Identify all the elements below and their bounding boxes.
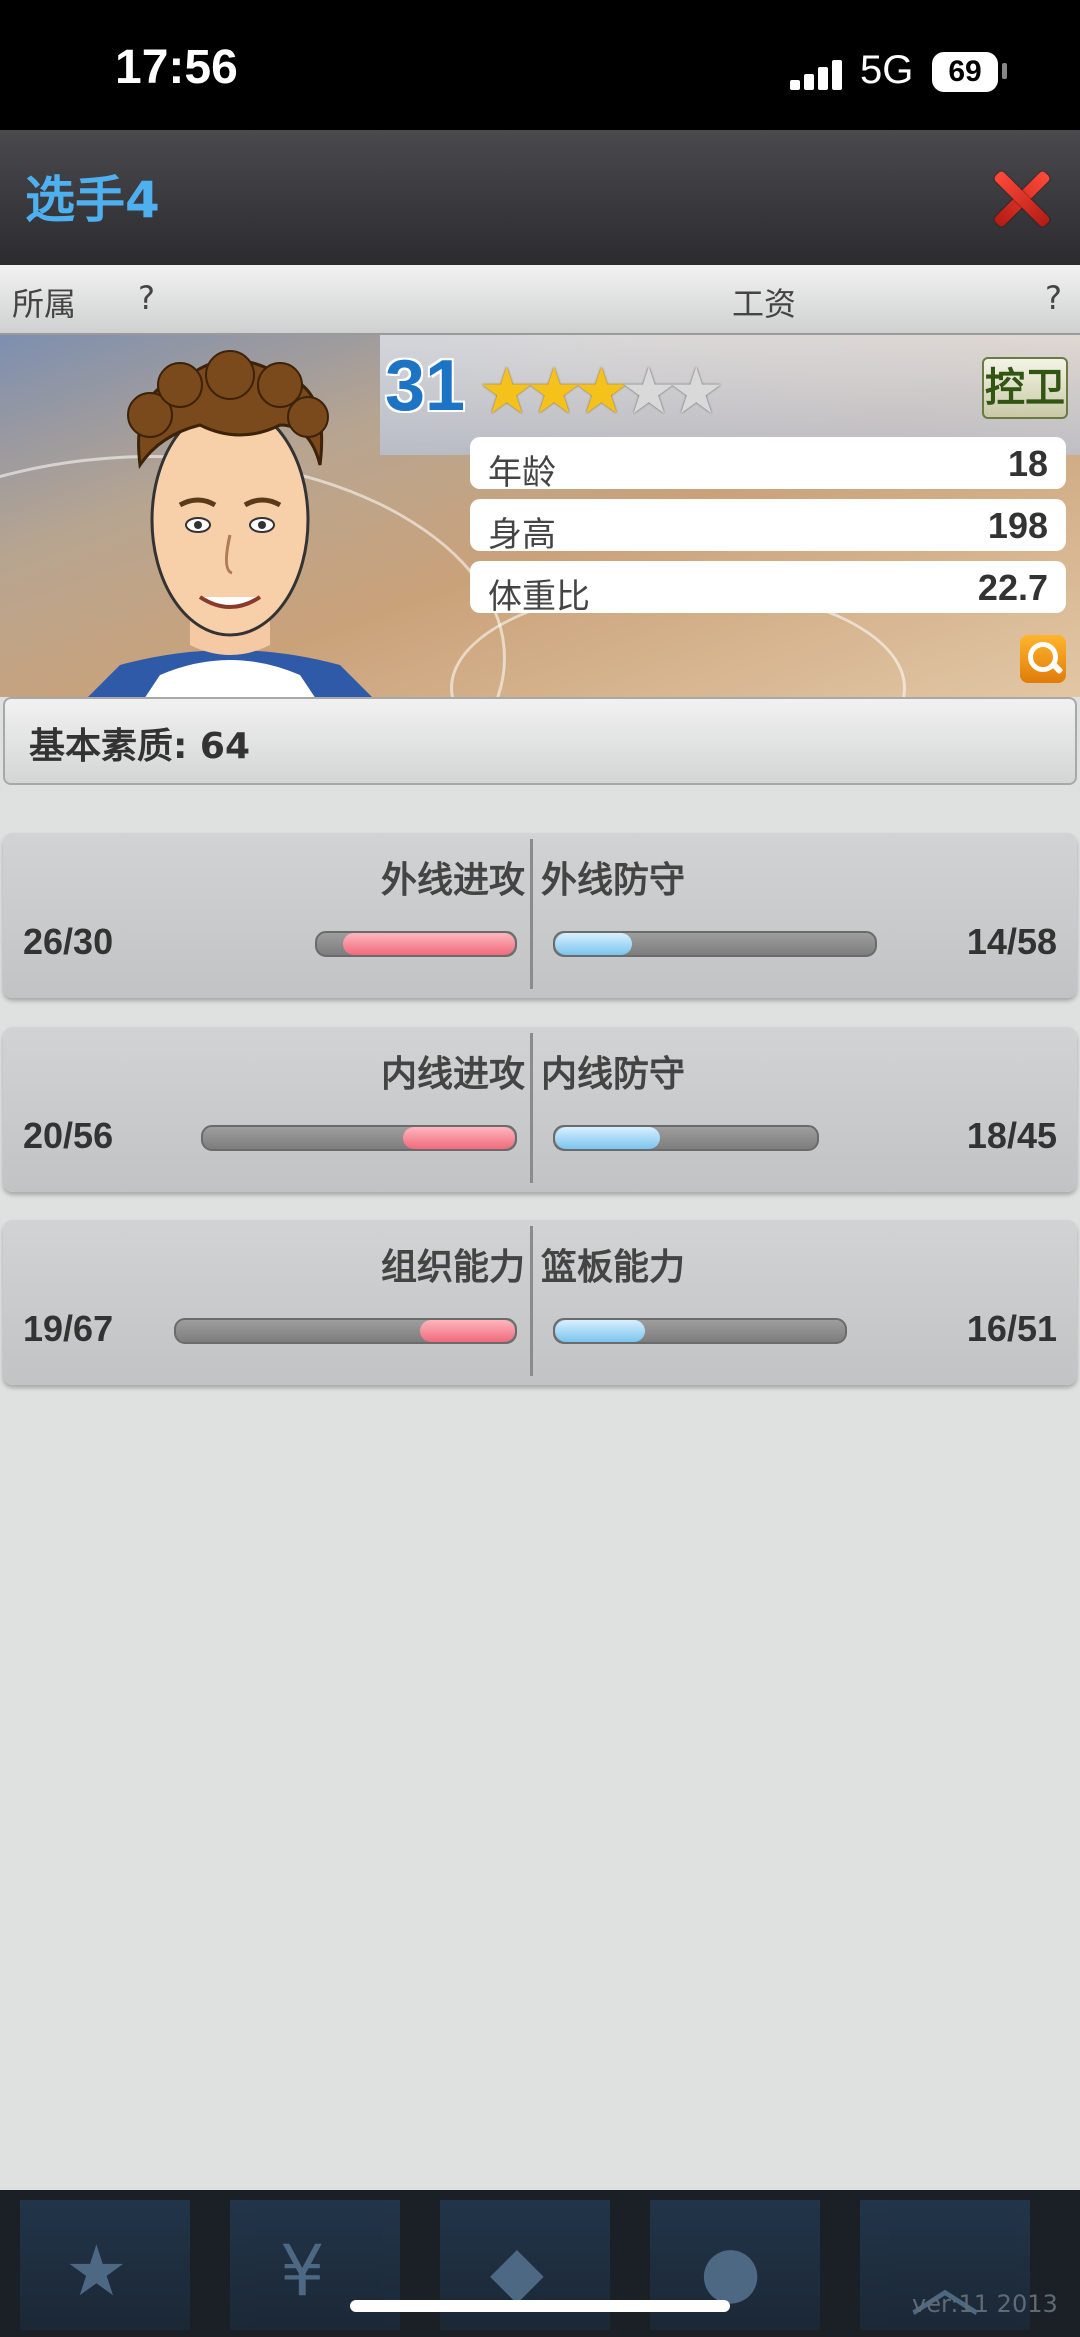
defense-bar-fill bbox=[555, 1127, 660, 1149]
player-detail-panel: 所属 ? 工资 ? 31 ★★★★★ 控卫 年龄 18 身高 198 体重比 2… bbox=[0, 265, 1080, 2190]
offense-bar-fill bbox=[420, 1320, 515, 1342]
battery-tip bbox=[1002, 63, 1007, 79]
skill-divider bbox=[530, 1033, 533, 1183]
version-text: ver:11 2013 bbox=[912, 2290, 1058, 2318]
skill-divider bbox=[530, 1226, 533, 1376]
bottom-nav: ★ ¥ ◆ ● ︿ ver:11 2013 bbox=[0, 2190, 1080, 2337]
position-badge: 控卫 bbox=[982, 357, 1068, 419]
offense-skill-bar bbox=[174, 1318, 517, 1344]
offense-skill-name: 内线进攻 bbox=[380, 1054, 525, 1095]
team-salary-bar: 所属 ? 工资 ? bbox=[0, 265, 1080, 335]
offense-skill-bar bbox=[315, 931, 517, 957]
offense-skill-value: 26/30 bbox=[23, 921, 114, 962]
battery-icon: 69 bbox=[932, 52, 998, 92]
star-icon: ★ bbox=[65, 2230, 128, 2312]
age-row: 年龄 18 bbox=[470, 437, 1066, 493]
defense-skill-bar bbox=[553, 931, 877, 957]
offense-skill-bar bbox=[201, 1125, 517, 1151]
age-value: 18 bbox=[1007, 443, 1048, 484]
player-rating: 31 bbox=[385, 346, 466, 426]
home-indicator[interactable] bbox=[350, 2300, 730, 2312]
height-label: 身高 bbox=[488, 515, 556, 555]
skill-panel: 组织能力 篮板能力 19/67 16/51 bbox=[3, 1220, 1077, 1385]
nav-item-1[interactable]: ★ bbox=[20, 2200, 190, 2330]
defense-skill-bar bbox=[553, 1318, 847, 1344]
close-icon[interactable] bbox=[990, 168, 1050, 228]
defense-skill-name: 内线防守 bbox=[541, 1054, 686, 1095]
network-type: 5G bbox=[860, 48, 914, 92]
basic-ability-bar: 基本素质: 64 bbox=[3, 697, 1077, 785]
star-filled-icon: ★ bbox=[525, 355, 582, 429]
player-avatar bbox=[88, 350, 372, 697]
status-bar: 17:56 5G 69 bbox=[0, 0, 1080, 130]
height-row: 身高 198 bbox=[470, 499, 1066, 555]
offense-skill-value: 19/67 bbox=[23, 1308, 114, 1349]
skill-panel: 内线进攻 内线防守 20/56 18/45 bbox=[3, 1027, 1077, 1192]
player-card: 31 ★★★★★ 控卫 年龄 18 身高 198 体重比 22.7 bbox=[0, 335, 1080, 697]
dialog-header: 选手4 bbox=[0, 130, 1080, 265]
search-icon[interactable] bbox=[1020, 635, 1066, 683]
defense-skill-value: 14/58 bbox=[966, 921, 1057, 962]
basic-ability-text: 基本素质: 64 bbox=[29, 726, 251, 767]
yen-icon: ¥ bbox=[280, 2230, 325, 2312]
signal-icon bbox=[790, 58, 842, 90]
defense-skill-name: 篮板能力 bbox=[541, 1247, 686, 1288]
salary-label: 工资 bbox=[732, 285, 797, 323]
defense-skill-name: 外线防守 bbox=[541, 860, 686, 901]
star-filled-icon: ★ bbox=[478, 355, 535, 429]
star-rating: ★★★★★ bbox=[478, 355, 725, 429]
defense-skill-value: 16/51 bbox=[966, 1308, 1057, 1349]
star-empty-icon: ★ bbox=[620, 355, 677, 429]
team-value: ? bbox=[138, 279, 155, 317]
defense-skill-bar bbox=[553, 1125, 819, 1151]
bmi-value: 22.7 bbox=[977, 567, 1048, 608]
offense-bar-fill bbox=[402, 1127, 515, 1149]
age-label: 年龄 bbox=[488, 453, 556, 493]
salary-value: ? bbox=[1045, 279, 1062, 317]
defense-skill-value: 18/45 bbox=[966, 1115, 1057, 1156]
bmi-label: 体重比 bbox=[488, 577, 590, 617]
offense-skill-name: 外线进攻 bbox=[380, 860, 525, 901]
skill-divider bbox=[530, 839, 533, 989]
star-filled-icon: ★ bbox=[572, 355, 630, 429]
page-title: 选手4 bbox=[25, 171, 160, 229]
bmi-row: 体重比 22.7 bbox=[470, 561, 1066, 617]
star-empty-icon: ★ bbox=[667, 355, 725, 429]
offense-bar-fill bbox=[342, 933, 515, 955]
defense-bar-fill bbox=[555, 1320, 645, 1342]
status-time: 17:56 bbox=[115, 41, 238, 94]
defense-bar-fill bbox=[555, 933, 632, 955]
team-label: 所属 bbox=[12, 285, 77, 323]
offense-skill-name: 组织能力 bbox=[380, 1247, 525, 1288]
skill-panel: 外线进攻 外线防守 26/30 14/58 bbox=[3, 833, 1077, 998]
height-value: 198 bbox=[987, 505, 1048, 546]
offense-skill-value: 20/56 bbox=[23, 1115, 114, 1156]
